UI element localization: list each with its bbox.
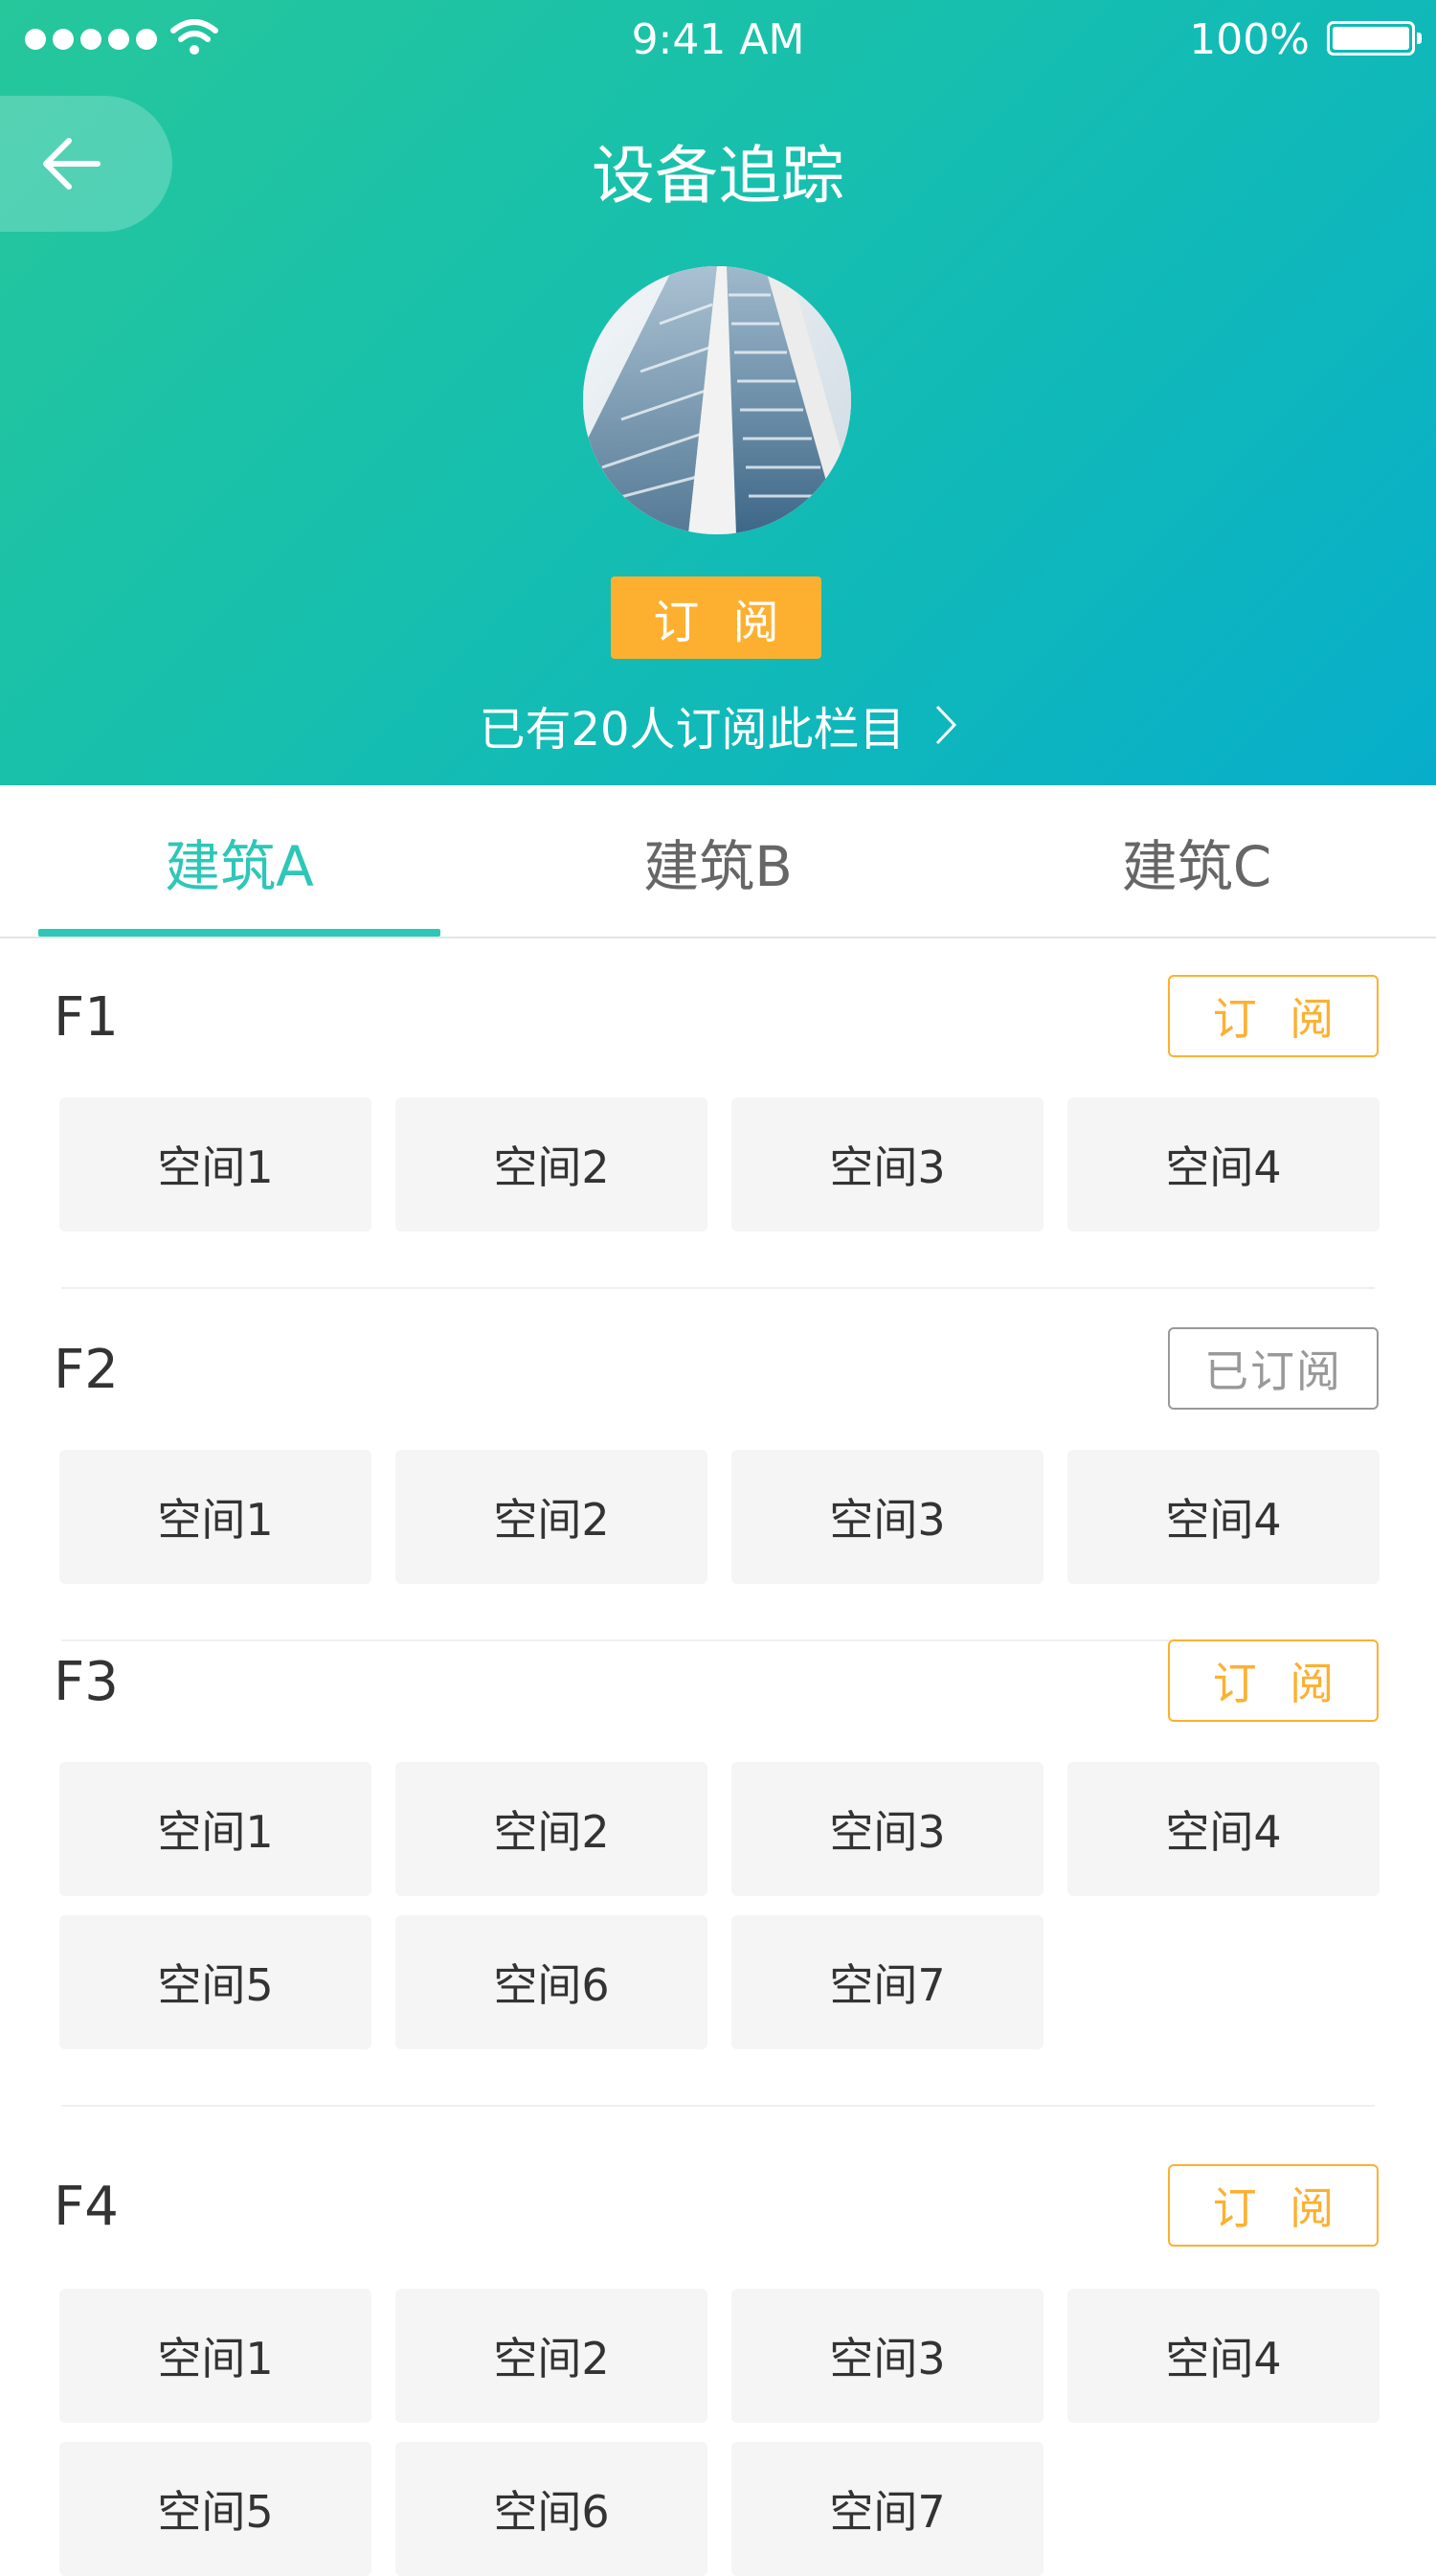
room-tile[interactable]: 空间2 <box>395 1097 707 1232</box>
room-tile[interactable]: 空间3 <box>731 2289 1043 2423</box>
room-tile[interactable]: 空间5 <box>59 1915 371 2049</box>
subscribe-button[interactable]: 订 阅 <box>611 576 821 659</box>
room-tile[interactable]: 空间4 <box>1067 1762 1380 1896</box>
floor-label: F4 <box>54 2176 119 2238</box>
floor-subscribe-button[interactable]: 订 阅 <box>1168 1639 1379 1722</box>
room-tile[interactable]: 空间1 <box>59 1762 371 1896</box>
floor-label: F3 <box>54 1651 119 1713</box>
floor-subscribed-button[interactable]: 已订阅 <box>1168 1327 1379 1410</box>
floor-label: F2 <box>54 1339 119 1401</box>
room-tile[interactable]: 空间3 <box>731 1097 1043 1232</box>
floor-label: F1 <box>54 986 119 1049</box>
floor-subscribe-button[interactable]: 订 阅 <box>1168 975 1379 1057</box>
chevron-right-icon <box>935 705 956 745</box>
divider <box>61 1287 1375 1289</box>
room-tile[interactable]: 空间2 <box>395 1762 707 1896</box>
room-tile[interactable]: 空间1 <box>59 1450 371 1584</box>
floor-subscribe-button[interactable]: 订 阅 <box>1168 2164 1379 2247</box>
room-tile[interactable]: 空间4 <box>1067 1097 1380 1232</box>
room-tile[interactable]: 空间1 <box>59 2289 371 2423</box>
room-tile[interactable]: 空间2 <box>395 1450 707 1584</box>
tab-building-c[interactable]: 建筑C <box>996 785 1398 938</box>
room-tile[interactable]: 空间4 <box>1067 2289 1380 2423</box>
room-tile[interactable]: 空间3 <box>731 1450 1043 1584</box>
room-tile[interactable]: 空间3 <box>731 1762 1043 1896</box>
subscriber-count-link[interactable]: 已有20人订阅此栏目 <box>0 691 1436 758</box>
building-tabs: 建筑A 建筑B 建筑C <box>0 785 1436 938</box>
room-tile[interactable]: 空间4 <box>1067 1450 1380 1584</box>
divider <box>61 2105 1375 2107</box>
header: 9:41 AM 100% 设备追踪 订 阅 已有20人订阅此栏目 <box>0 0 1436 785</box>
room-tile[interactable]: 空间2 <box>395 2289 707 2423</box>
tab-building-a[interactable]: 建筑A <box>38 785 440 938</box>
room-tile[interactable]: 空间7 <box>731 1915 1043 2049</box>
battery-icon <box>1327 21 1422 56</box>
subscriber-count-text: 已有20人订阅此栏目 <box>479 703 906 757</box>
page-title: 设备追踪 <box>592 139 844 213</box>
room-tile[interactable]: 空间6 <box>395 2442 707 2576</box>
room-tile[interactable]: 空间5 <box>59 2442 371 2576</box>
building-avatar <box>583 266 851 534</box>
room-tile[interactable]: 空间7 <box>731 2442 1043 2576</box>
status-bar: 9:41 AM 100% <box>0 0 1436 80</box>
battery-percentage: 100% <box>1189 15 1310 64</box>
tab-building-b[interactable]: 建筑B <box>517 785 919 938</box>
room-tile[interactable]: 空间6 <box>395 1915 707 2049</box>
room-tile[interactable]: 空间1 <box>59 1097 371 1232</box>
active-tab-indicator <box>38 929 440 937</box>
